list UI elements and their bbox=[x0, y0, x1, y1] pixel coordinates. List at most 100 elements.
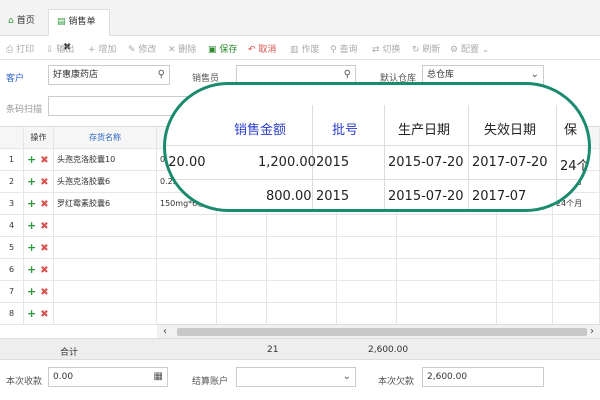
product-name-cell[interactable] bbox=[54, 215, 157, 237]
scroll-right-icon[interactable]: › bbox=[590, 325, 594, 339]
delete-row-icon[interactable]: ✖ bbox=[40, 155, 48, 166]
col6-cell[interactable] bbox=[337, 259, 397, 281]
delete-row-icon[interactable]: ✖ bbox=[40, 243, 48, 254]
delete-row-icon[interactable]: ✖ bbox=[40, 265, 48, 276]
delete-row-icon[interactable]: ✖ bbox=[40, 221, 48, 232]
add-row-icon[interactable]: + bbox=[27, 175, 36, 188]
tab-bar: ⌂ 首页 ▤ 销售单✖ bbox=[0, 0, 600, 53]
col7-cell[interactable] bbox=[397, 281, 497, 303]
col9-cell[interactable] bbox=[553, 215, 600, 237]
col4-cell[interactable] bbox=[217, 237, 267, 259]
row-actions: + ✖ bbox=[24, 149, 54, 171]
tab-home[interactable]: ⌂ 首页 bbox=[0, 9, 48, 36]
col6-cell[interactable] bbox=[337, 303, 397, 325]
table-row[interactable]: 8 + ✖ bbox=[0, 303, 600, 325]
zoom-col-divider bbox=[384, 105, 385, 209]
add-row-icon[interactable]: + bbox=[27, 197, 36, 210]
col7-cell[interactable] bbox=[397, 303, 497, 325]
product-name-cell[interactable] bbox=[54, 303, 157, 325]
tab-sales-order[interactable]: ▤ 销售单✖ bbox=[48, 9, 110, 53]
col6-cell[interactable] bbox=[337, 237, 397, 259]
refresh-button[interactable]: ↻ 刷新 bbox=[412, 42, 440, 55]
col5-cell[interactable] bbox=[267, 259, 337, 281]
zoom-cell: 2015-07-20 bbox=[388, 155, 464, 170]
row-number: 5 bbox=[0, 237, 24, 259]
col9-cell[interactable] bbox=[553, 259, 600, 281]
edit-button[interactable]: ✎ 修改 bbox=[128, 42, 156, 55]
add-row-icon[interactable]: + bbox=[27, 285, 36, 298]
spec-cell[interactable] bbox=[157, 281, 217, 303]
delete-row-icon[interactable]: ✖ bbox=[40, 309, 48, 320]
col7-cell[interactable] bbox=[397, 259, 497, 281]
table-row[interactable]: 5 + ✖ bbox=[0, 237, 600, 259]
scroll-thumb[interactable] bbox=[177, 328, 587, 336]
row-actions: + ✖ bbox=[24, 171, 54, 193]
add-row-icon[interactable]: + bbox=[27, 241, 36, 254]
zoom-col-divider bbox=[468, 105, 469, 209]
spec-cell[interactable] bbox=[157, 215, 217, 237]
col9-cell[interactable] bbox=[553, 303, 600, 325]
horizontal-scrollbar[interactable]: ‹ › bbox=[157, 324, 600, 338]
table-row[interactable]: 6 + ✖ bbox=[0, 259, 600, 281]
col8-cell[interactable] bbox=[497, 281, 553, 303]
search-icon[interactable]: ⚲ bbox=[158, 66, 165, 84]
col6-cell[interactable] bbox=[337, 281, 397, 303]
query-button[interactable]: ⚲ 查询 bbox=[330, 42, 357, 55]
product-name-cell[interactable] bbox=[54, 259, 157, 281]
add-row-icon[interactable]: + bbox=[27, 307, 36, 320]
col4-cell[interactable] bbox=[217, 303, 267, 325]
calculator-icon[interactable]: ▦ bbox=[154, 368, 163, 386]
col4-cell[interactable] bbox=[217, 281, 267, 303]
config-button[interactable]: ⚙ 配置 ⌄ bbox=[450, 42, 489, 55]
product-name-cell[interactable] bbox=[54, 281, 157, 303]
print-button[interactable]: ⎙ 打印 bbox=[6, 42, 34, 55]
col7-cell[interactable] bbox=[397, 237, 497, 259]
owed-input[interactable]: 2,600.00 bbox=[422, 367, 544, 387]
scroll-left-icon[interactable]: ‹ bbox=[163, 325, 167, 339]
col5-cell[interactable] bbox=[267, 303, 337, 325]
delete-row-icon[interactable]: ✖ bbox=[40, 177, 48, 188]
delete-row-icon[interactable]: ✖ bbox=[40, 199, 48, 210]
add-row-icon[interactable]: + bbox=[27, 219, 36, 232]
col5-cell[interactable] bbox=[267, 215, 337, 237]
trash-icon: ▥ bbox=[290, 45, 299, 55]
col5-cell[interactable] bbox=[267, 281, 337, 303]
void-button[interactable]: ▥ 作废 bbox=[290, 42, 319, 55]
table-row[interactable]: 4 + ✖ bbox=[0, 215, 600, 237]
plus-icon: + bbox=[88, 45, 96, 55]
spec-cell[interactable] bbox=[157, 237, 217, 259]
product-name-cell[interactable]: 头孢克洛胶囊6 bbox=[54, 171, 157, 193]
col9-cell[interactable] bbox=[553, 237, 600, 259]
row-number: 6 bbox=[0, 259, 24, 281]
spec-cell[interactable] bbox=[157, 259, 217, 281]
col8-cell[interactable] bbox=[497, 215, 553, 237]
received-input[interactable]: 0.00 ▦ bbox=[48, 367, 168, 387]
switch-button[interactable]: ⇄ 切换 bbox=[372, 42, 400, 55]
col8-cell[interactable] bbox=[497, 303, 553, 325]
account-select[interactable]: ⌄ bbox=[236, 367, 356, 387]
product-name-cell[interactable] bbox=[54, 237, 157, 259]
col6-cell[interactable] bbox=[337, 215, 397, 237]
delete-row-icon[interactable]: ✖ bbox=[40, 287, 48, 298]
product-name-cell[interactable]: 罗红霉素胶囊6 bbox=[54, 193, 157, 215]
delete-button[interactable]: ✕ 删除 bbox=[168, 42, 196, 55]
export-button[interactable]: ⇩ 输出 bbox=[46, 42, 74, 55]
customer-input[interactable]: 好惠康药店 ⚲ bbox=[48, 65, 170, 85]
spec-cell[interactable] bbox=[157, 303, 217, 325]
col8-cell[interactable] bbox=[497, 237, 553, 259]
add-row-icon[interactable]: + bbox=[27, 263, 36, 276]
add-row-icon[interactable]: + bbox=[27, 153, 36, 166]
save-button[interactable]: ▣ 保存 bbox=[208, 42, 237, 55]
table-row[interactable]: 7 + ✖ bbox=[0, 281, 600, 303]
col4-cell[interactable] bbox=[217, 215, 267, 237]
switch-icon: ⇄ bbox=[372, 45, 380, 55]
col4-cell[interactable] bbox=[217, 259, 267, 281]
col9-cell[interactable] bbox=[553, 281, 600, 303]
col8-cell[interactable] bbox=[497, 259, 553, 281]
col5-cell[interactable] bbox=[267, 237, 337, 259]
cancel-label: 取消 bbox=[258, 45, 277, 55]
cancel-button[interactable]: ↶ 取消 bbox=[248, 42, 276, 55]
add-button[interactable]: + 增加 bbox=[88, 42, 116, 55]
col7-cell[interactable] bbox=[397, 215, 497, 237]
product-name-cell[interactable]: 头孢克洛胶囊10 bbox=[54, 149, 157, 171]
